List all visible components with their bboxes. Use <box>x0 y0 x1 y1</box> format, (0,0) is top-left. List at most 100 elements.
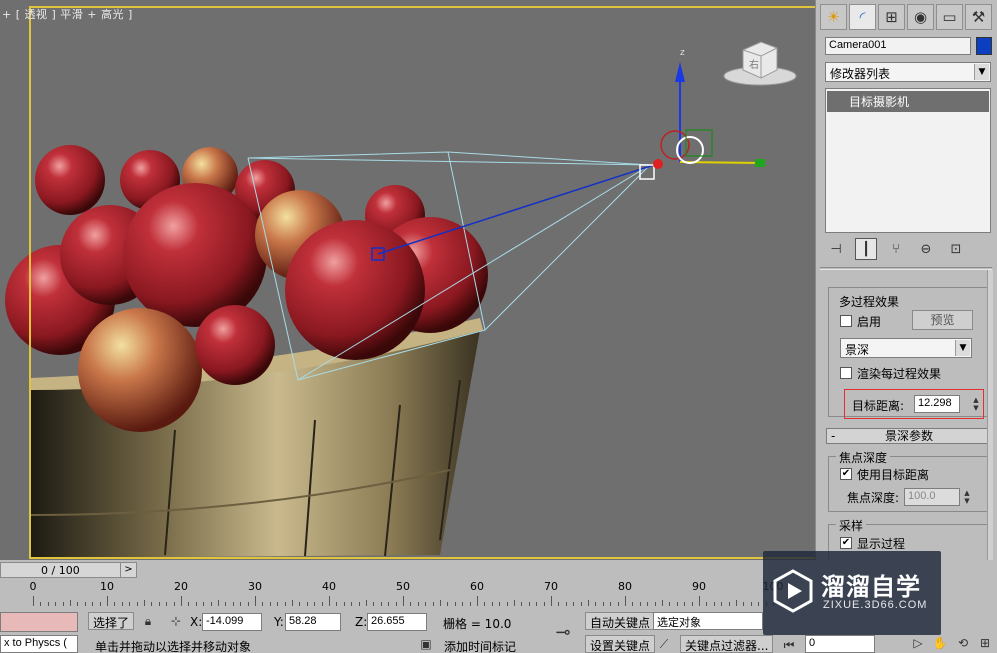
ruler-tick <box>454 602 456 606</box>
pan-icon[interactable]: ✋ <box>932 636 948 650</box>
ruler-tick <box>654 602 656 606</box>
pin-stack-icon[interactable]: ⊣ <box>825 238 847 260</box>
ruler-tick <box>99 602 101 606</box>
perspective-viewport[interactable]: + [ 透视 ] 平滑 + 高光 ] z 右 <box>0 0 815 560</box>
create-tab-icon[interactable]: ☀ <box>820 4 847 30</box>
track-bar[interactable]: 0102030405060708090100 <box>30 580 784 606</box>
chevron-down-icon: ▼ <box>974 64 989 80</box>
y-coordinate-field[interactable]: 58.28 <box>285 613 341 631</box>
modify-tab-icon[interactable]: ◜ <box>849 4 876 30</box>
viewport-label[interactable]: + [ 透视 ] 平滑 + 高光 ] <box>2 6 133 22</box>
current-frame-field[interactable]: 0 <box>805 635 875 653</box>
effect-dropdown[interactable]: 景深 ▼ <box>840 338 972 358</box>
lock-icon[interactable]: 🔒︎ <box>140 614 156 629</box>
modifier-stack[interactable]: 目标摄影机 <box>825 88 991 233</box>
viewcube-face-label: 右 <box>749 60 759 71</box>
ruler-label: 60 <box>470 580 484 593</box>
orbit-icon[interactable]: ⟲ <box>955 636 971 650</box>
ruler-tick <box>758 602 760 606</box>
x-coordinate-field[interactable]: -14.099 <box>202 613 262 631</box>
motion-tab-icon[interactable]: ◉ <box>907 4 934 30</box>
command-panel-scrollbar[interactable] <box>987 270 993 560</box>
ruler-tick <box>440 600 441 606</box>
render-each-label: 渲染每过程效果 <box>857 367 942 381</box>
ruler-tick <box>203 602 205 606</box>
maxscript-listener[interactable] <box>0 612 78 632</box>
goto-start-icon[interactable]: ⏮ <box>780 638 798 653</box>
utilities-tab-icon[interactable]: ⚒ <box>965 4 992 30</box>
ruler-tick <box>255 596 256 606</box>
viewcube[interactable]: 右 <box>723 40 799 88</box>
ruler-tick <box>314 602 316 606</box>
ruler-tick <box>225 602 227 606</box>
stack-item-target-camera[interactable]: 目标摄影机 <box>827 91 989 112</box>
ruler-tick <box>565 602 567 606</box>
remove-modifier-icon[interactable]: ⊖ <box>915 238 937 260</box>
grid-size: 栅格 = 10.0 <box>443 617 512 631</box>
ruler-tick <box>262 602 264 606</box>
time-tag-icon: ▣ <box>420 637 432 651</box>
ruler-tick <box>491 602 493 606</box>
ruler-tick <box>306 602 308 606</box>
ruler-tick <box>158 602 160 606</box>
ruler-tick <box>292 600 293 606</box>
time-slider[interactable]: 0 / 100 > <box>0 562 137 578</box>
focal-depth-spinner[interactable]: ▲ ▼ <box>962 489 972 505</box>
ruler-tick <box>232 602 234 606</box>
auto-key-button[interactable]: 自动关键点 <box>585 612 656 630</box>
panel-separator <box>820 267 992 270</box>
script-output[interactable]: x to Physcs ( <box>0 635 78 653</box>
ruler-tick <box>632 602 634 606</box>
object-color-swatch[interactable] <box>976 37 992 55</box>
object-name-field[interactable]: Camera001 <box>825 37 971 55</box>
set-key-button[interactable]: 设置关键点 <box>585 635 656 653</box>
ruler-tick <box>284 602 286 606</box>
ruler-tick <box>55 602 57 606</box>
absolute-mode-icon[interactable]: ⊹ <box>168 614 184 628</box>
display-passes-checkbox[interactable]: ✔ <box>840 537 852 549</box>
z-label: Z: <box>355 615 368 629</box>
time-slider-next[interactable]: > <box>120 562 136 578</box>
curve-editor-icon[interactable]: ⟋ <box>655 637 673 652</box>
ruler-tick <box>114 602 116 606</box>
preview-button[interactable]: 预览 <box>912 310 973 330</box>
hierarchy-tab-icon[interactable]: ⊞ <box>878 4 905 30</box>
key-filters-button[interactable]: 关键点过滤器... <box>680 635 774 653</box>
target-distance-spinner[interactable]: ▲ ▼ <box>971 396 981 412</box>
ruler-tick <box>750 602 752 606</box>
z-coordinate-field[interactable]: 26.655 <box>367 613 427 631</box>
maximize-icon[interactable]: ⊞ <box>977 636 993 650</box>
key-icon[interactable]: ⊸ <box>549 622 577 643</box>
use-target-label: 使用目标距离 <box>857 468 930 482</box>
target-distance-label: 目标距离: <box>852 399 905 413</box>
ruler-tick <box>425 602 427 606</box>
ruler-tick <box>721 602 723 606</box>
ruler-tick <box>499 602 501 606</box>
use-target-checkbox[interactable]: ✔ <box>840 468 852 480</box>
render-each-checkbox[interactable] <box>840 367 852 379</box>
focal-depth-field[interactable]: 100.0 <box>904 488 960 506</box>
ruler-tick <box>706 602 708 606</box>
chevron-down-icon: ▼ <box>955 340 970 356</box>
add-time-tag[interactable]: 添加时间标记 <box>444 638 516 653</box>
ruler-tick <box>77 602 79 606</box>
ruler-tick <box>484 602 486 606</box>
play-icon[interactable]: ▷ <box>910 636 926 650</box>
target-distance-field[interactable]: 12.298 <box>914 395 960 413</box>
show-end-result-icon[interactable]: ┃ <box>855 238 877 260</box>
dof-rollout-header[interactable]: - 景深参数 <box>826 428 992 444</box>
display-tab-icon[interactable]: ▭ <box>936 4 963 30</box>
ruler-tick <box>447 602 449 606</box>
ruler-tick <box>477 596 478 606</box>
configure-sets-icon[interactable]: ⊡ <box>945 238 967 260</box>
dof-rollout-title: 景深参数 <box>884 429 933 443</box>
selection-set-dropdown[interactable]: 选定对象 <box>653 612 763 630</box>
modifier-list-dropdown[interactable]: 修改器列表 ▼ <box>825 62 991 82</box>
ruler-tick <box>417 602 419 606</box>
make-unique-icon[interactable]: ⑂ <box>885 238 907 260</box>
ruler-tick <box>573 602 575 606</box>
ruler-tick <box>84 602 86 606</box>
ruler-label: 50 <box>396 580 410 593</box>
enable-checkbox[interactable] <box>840 315 852 327</box>
ruler-tick <box>521 602 523 606</box>
